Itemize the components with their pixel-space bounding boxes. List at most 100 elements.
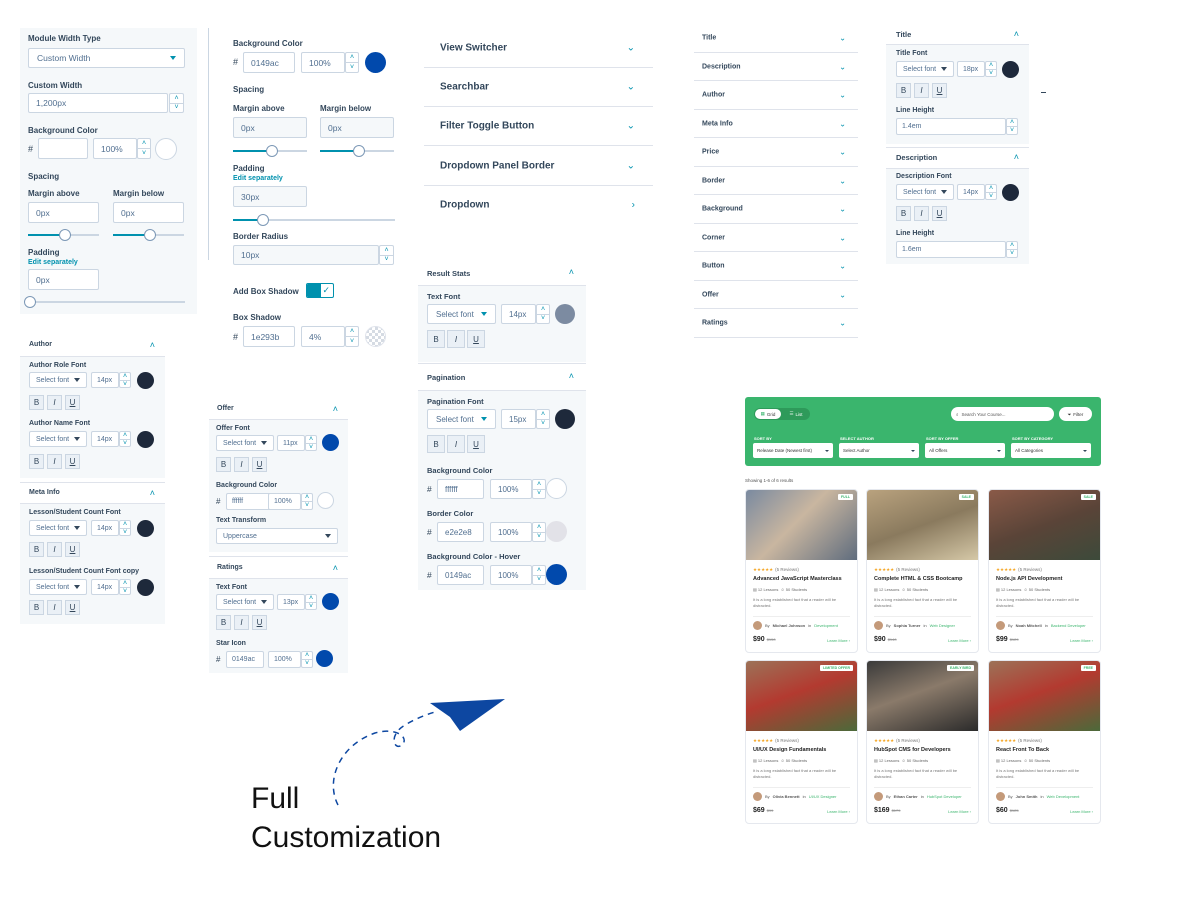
style-item-title[interactable]: Title ⌄ (694, 24, 858, 53)
author-role-size-stepper[interactable]: ˄ ˅ (119, 372, 131, 388)
title-font-size-input[interactable]: 18px (957, 61, 985, 77)
box-shadow-opacity-stepper[interactable]: ˄ ˅ (345, 326, 359, 347)
course-card[interactable]: FULL ★★★★★ (5 Reviews) Advanced JavaScrip… (745, 489, 858, 653)
pagination-bg-swatch[interactable] (546, 478, 567, 499)
course-card[interactable]: LIMITED OFFER ★★★★★ (5 Reviews) UI/UX Des… (745, 660, 858, 824)
italic-button[interactable]: I (47, 600, 62, 615)
sort-by-category-select[interactable]: All Categories (1011, 443, 1091, 458)
author-name-size-stepper[interactable]: ˄ ˅ (119, 431, 131, 447)
italic-button[interactable]: I (914, 83, 929, 98)
sort-by-select[interactable]: Release Date (Newest first) (753, 443, 833, 458)
bold-button[interactable]: B (29, 395, 44, 410)
accordion-item-filter-toggle[interactable]: Filter Toggle Button ⌄ (424, 107, 653, 146)
pagination-hover-opacity-input[interactable]: 100% (490, 565, 532, 585)
pagination-size-input[interactable]: 15px (501, 409, 536, 429)
style-item-author[interactable]: Author ⌄ (694, 81, 858, 110)
bold-button[interactable]: B (29, 542, 44, 557)
box-shadow-opacity-input[interactable]: 4% (301, 326, 345, 347)
offer-font-select[interactable]: Select font (216, 435, 274, 451)
accordion-item-dropdown[interactable]: Dropdown › (424, 186, 653, 224)
description-section-head[interactable]: Description (896, 153, 937, 162)
edit-separately-link[interactable]: Edit separately (233, 175, 283, 182)
ratings-color-swatch[interactable] (322, 593, 339, 610)
pagination-hover-opacity-stepper[interactable]: ˄ ˅ (532, 565, 546, 585)
bg-opacity-input[interactable]: 100% (93, 138, 137, 159)
pagination-size-stepper[interactable]: ˄ ˅ (536, 409, 550, 429)
bold-button[interactable]: B (427, 435, 445, 453)
description-line-height-input[interactable]: 1.6em (896, 241, 1006, 258)
result-size-stepper[interactable]: ˄ ˅ (536, 304, 550, 324)
bg-opacity-stepper[interactable]: ˄ ˅ (137, 138, 151, 159)
margin-above-slider[interactable] (28, 229, 99, 241)
style-item-offer[interactable]: Offer ⌄ (694, 281, 858, 309)
underline-button[interactable]: U (467, 435, 485, 453)
margin-below-slider[interactable] (113, 229, 184, 241)
margin-below-input[interactable]: 0px (320, 117, 394, 138)
accordion-item-searchbar[interactable]: Searchbar ⌄ (424, 68, 653, 107)
course-card[interactable]: FREE ★★★★★ (5 Reviews) React Front To Bac… (988, 660, 1101, 824)
padding-slider[interactable] (233, 214, 395, 226)
pagination-bg-input[interactable]: ffffff (437, 479, 484, 499)
learn-more-link[interactable]: Learn More › (1070, 638, 1093, 643)
count-size-input[interactable]: 14px (91, 520, 119, 536)
pagination-bg-opacity-input[interactable]: 100% (490, 479, 532, 499)
offer-section-head[interactable]: Offer (217, 405, 234, 412)
margin-above-slider[interactable] (233, 145, 307, 157)
course-title[interactable]: Advanced JavaScript Masterclass (753, 576, 842, 582)
course-title[interactable]: React Front To Back (996, 747, 1049, 753)
pagination-hover-swatch[interactable] (546, 564, 567, 585)
chevron-up-icon[interactable]: ˄ (333, 405, 338, 414)
result-stats-section-head[interactable]: Result Stats (427, 269, 470, 278)
style-item-price[interactable]: Price ⌄ (694, 138, 858, 167)
style-item-corner[interactable]: Corner ⌄ (694, 224, 858, 252)
pagination-color-swatch[interactable] (555, 409, 575, 429)
style-item-meta-info[interactable]: Meta Info ⌄ (694, 110, 858, 138)
padding-input[interactable]: 0px (28, 269, 99, 290)
bg-opacity-input[interactable]: 100% (301, 52, 345, 73)
count-font-select[interactable]: Select font (29, 520, 87, 536)
box-shadow-toggle[interactable]: ✓ (306, 283, 334, 298)
style-item-background[interactable]: Background ⌄ (694, 195, 858, 224)
title-font-select[interactable]: Select font (896, 61, 954, 77)
pagination-border-swatch[interactable] (546, 521, 567, 542)
sort-by-offer-select[interactable]: All Offers (925, 443, 1005, 458)
box-shadow-color-input[interactable]: 1e293b (243, 326, 295, 347)
count-copy-color-swatch[interactable] (137, 579, 154, 596)
title-line-height-input[interactable]: 1.4em (896, 118, 1006, 135)
pagination-font-select[interactable]: Select font (427, 409, 496, 429)
underline-button[interactable]: U (65, 542, 80, 557)
author-name-font-select[interactable]: Select font (29, 431, 87, 447)
box-shadow-swatch[interactable] (365, 326, 386, 347)
module-width-type-select[interactable]: Custom Width (28, 48, 185, 68)
description-font-size-stepper[interactable]: ˄ ˅ (985, 184, 997, 200)
author-name-size-input[interactable]: 14px (91, 431, 119, 447)
offer-bg-swatch[interactable] (317, 492, 334, 509)
list-view-button[interactable]: ☰ List (783, 409, 809, 419)
ratings-section-head[interactable]: Ratings (217, 564, 243, 571)
underline-button[interactable]: U (932, 83, 947, 98)
course-card[interactable]: EARLY BIRD ★★★★★ (5 Reviews) HubSpot CMS … (866, 660, 979, 824)
pagination-border-opacity-input[interactable]: 100% (490, 522, 532, 542)
star-opacity-input[interactable]: 100% (268, 651, 301, 668)
learn-more-link[interactable]: Learn More › (1070, 809, 1093, 814)
italic-button[interactable]: I (47, 395, 62, 410)
learn-more-link[interactable]: Learn More › (827, 809, 850, 814)
bold-button[interactable]: B (29, 600, 44, 615)
edit-separately-link[interactable]: Edit separately (28, 259, 78, 266)
course-title[interactable]: Node.js API Development (996, 576, 1062, 582)
italic-button[interactable]: I (914, 206, 929, 221)
learn-more-link[interactable]: Learn More › (948, 638, 971, 643)
bg-color-input[interactable]: 0149ac (243, 52, 295, 73)
bold-button[interactable]: B (29, 454, 44, 469)
margin-below-input[interactable]: 0px (113, 202, 184, 223)
star-color-swatch[interactable] (316, 650, 333, 667)
bg-opacity-stepper[interactable]: ˄ ˅ (345, 52, 359, 73)
chevron-up-icon[interactable]: ˄ (150, 489, 155, 498)
title-line-height-stepper[interactable]: ˄ ˅ (1006, 118, 1018, 135)
ratings-size-input[interactable]: 13px (277, 594, 305, 610)
ratings-size-stepper[interactable]: ˄ ˅ (305, 594, 317, 610)
learn-more-link[interactable]: Learn More › (948, 809, 971, 814)
bold-button[interactable]: B (427, 330, 445, 348)
course-title[interactable]: HubSpot CMS for Developers (874, 747, 951, 753)
chevron-up-icon[interactable]: ˄ (569, 372, 574, 381)
